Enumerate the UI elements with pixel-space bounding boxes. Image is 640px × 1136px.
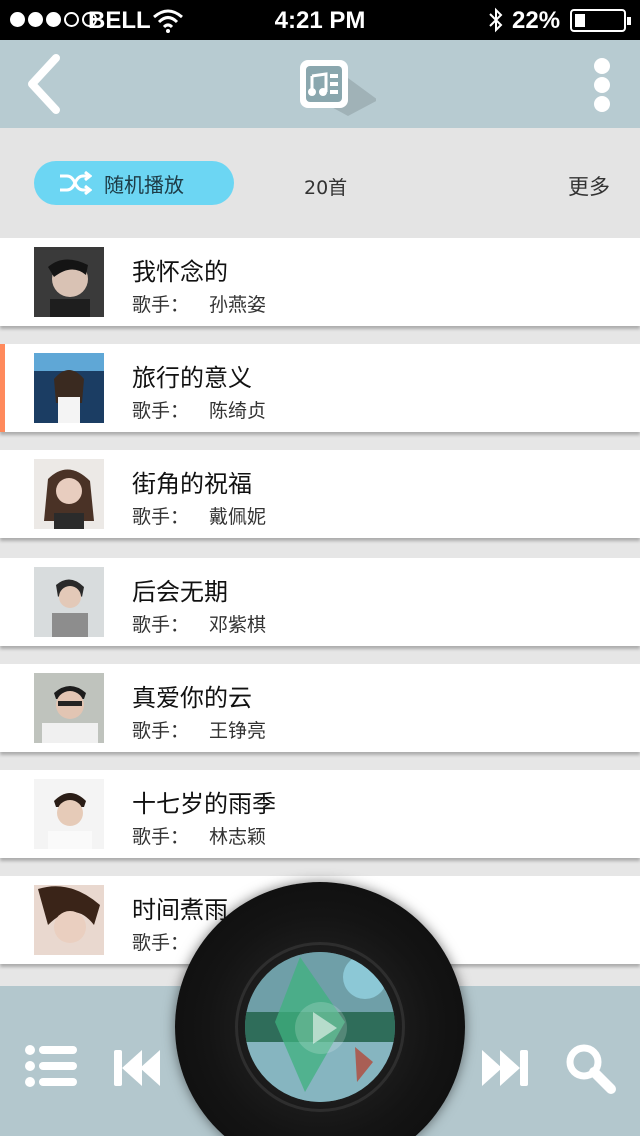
artist-name: 陈绮贞 [209, 400, 267, 422]
song-title: 旅行的意义 [132, 364, 252, 392]
next-icon[interactable] [480, 1048, 530, 1088]
song-title: 时间煮雨 [132, 896, 228, 924]
artist-label: 歌手： [132, 506, 190, 528]
artist-avatar [34, 353, 104, 423]
artist-name: 王铮亮 [209, 720, 267, 742]
shuffle-play-button[interactable]: 随机播放 [34, 161, 234, 205]
song-title: 后会无期 [132, 578, 228, 606]
artist-avatar [34, 779, 104, 849]
artist-avatar [34, 885, 104, 955]
song-title: 十七岁的雨季 [132, 790, 276, 818]
song-title: 街角的祝福 [132, 470, 252, 498]
song-row-active[interactable]: 旅行的意义 歌手： 陈绮贞 [0, 344, 640, 432]
playlist-toolbar: 随机播放 20首 更多 [0, 128, 640, 238]
artist-label: 歌手： [132, 294, 190, 316]
artist-avatar [34, 567, 104, 637]
artist-label: 歌手： [132, 720, 190, 742]
back-button[interactable] [18, 54, 78, 114]
artist-avatar [34, 247, 104, 317]
more-button[interactable]: 更多 [568, 171, 610, 201]
battery-percent: 22% [512, 7, 561, 34]
artist-name: 孙燕姿 [209, 294, 267, 316]
artist-avatar [34, 459, 104, 529]
song-row[interactable]: 十七岁的雨季 歌手： 林志颖 [0, 770, 640, 858]
artist-name: 戴佩妮 [209, 506, 267, 528]
shuffle-label: 随机播放 [104, 172, 184, 197]
song-row[interactable]: 真爱你的云 歌手： 王铮亮 [0, 664, 640, 752]
song-row[interactable]: 街角的祝福 歌手： 戴佩妮 [0, 450, 640, 538]
artist-label: 歌手： [132, 614, 190, 636]
artist-label: 歌手： [132, 400, 190, 422]
music-list-icon[interactable] [296, 58, 376, 118]
more-options-icon[interactable] [588, 56, 616, 116]
play-icon[interactable] [293, 1000, 349, 1056]
artist-label: 歌手： [132, 932, 190, 954]
playlist-icon[interactable] [24, 1044, 78, 1088]
song-row[interactable]: 后会无期 歌手： 邓紫棋 [0, 558, 640, 646]
artist-name: 邓紫棋 [209, 614, 267, 636]
song-title: 我怀念的 [132, 258, 228, 286]
bluetooth-icon [489, 7, 503, 33]
song-title: 真爱你的云 [132, 684, 252, 712]
status-bar: BELL 4:21 PM 22% [0, 0, 640, 40]
battery-icon [570, 9, 631, 32]
song-count: 20首 [304, 177, 348, 199]
song-row[interactable]: 我怀念的 歌手： 孙燕姿 [0, 238, 640, 326]
artist-avatar [34, 673, 104, 743]
artist-name: 林志颖 [209, 826, 267, 848]
previous-icon[interactable] [112, 1048, 162, 1088]
artist-label: 歌手： [132, 826, 190, 848]
nav-bar [0, 40, 640, 128]
shuffle-icon [60, 170, 92, 196]
search-icon[interactable] [564, 1042, 616, 1094]
